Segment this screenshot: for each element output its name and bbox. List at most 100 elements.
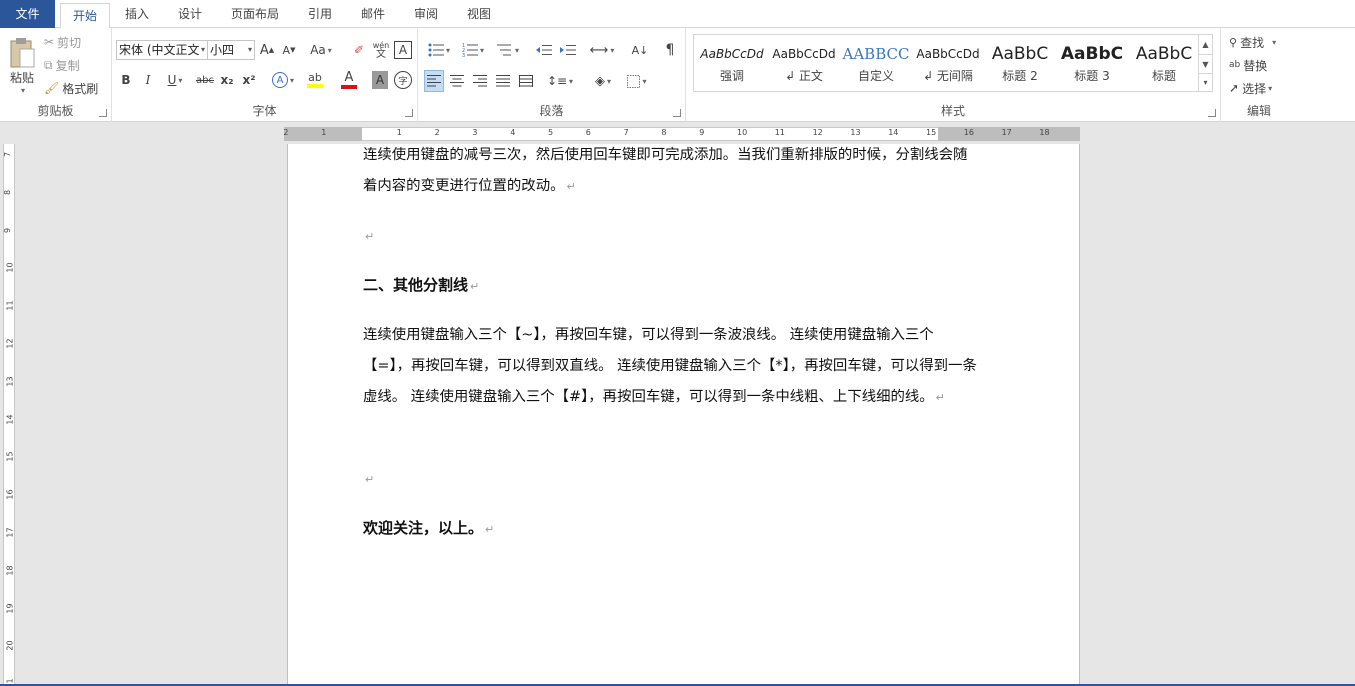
font-name-select[interactable]: 宋体 (中文正文 ▾: [116, 40, 208, 60]
ruler-number: 16: [963, 128, 974, 137]
tab-layout[interactable]: 页面布局: [222, 0, 288, 28]
align-center-button[interactable]: [447, 70, 467, 92]
sort-button[interactable]: A↓: [630, 40, 650, 60]
ruler-number: 3: [472, 128, 478, 137]
vertical-ruler[interactable]: 7 8 9 10 11 12 13 14 15 16 17 18 19 20 21: [0, 144, 18, 686]
style-name: 自定义: [857, 69, 894, 83]
body-paragraph[interactable]: 连续使用键盘的减号三次，然后使用回车键即可完成添加。当我们重新排版的时候，分割线…: [363, 144, 978, 202]
enclose-char-button[interactable]: 字: [394, 71, 412, 89]
style-heading-2[interactable]: AaBbC 标题 2: [984, 37, 1056, 89]
tab-view[interactable]: 视图: [456, 0, 502, 28]
change-case-button[interactable]: Aa ▾: [306, 41, 336, 59]
font-launcher-icon[interactable]: [405, 109, 413, 117]
multilevel-list-button[interactable]: ▾: [492, 40, 524, 60]
numbering-button[interactable]: 1 2 3 ▾: [458, 40, 488, 60]
numbering-icon: 123: [462, 43, 478, 57]
cut-button[interactable]: ✂ 剪切: [44, 33, 81, 51]
empty-paragraph[interactable]: ↵: [363, 464, 978, 495]
format-painter-button[interactable]: 🖌 格式刷: [44, 79, 98, 97]
line-spacing-button[interactable]: ↕≡ ▾: [544, 70, 576, 92]
ruler-number: 1: [396, 128, 402, 137]
align-right-button[interactable]: [470, 70, 490, 92]
paragraph-group: ▾ 1 2 3 ▾ ▾ ⟷ ▾ A↓ ¶ ↕≡ ▾ ◈ ▾ ▾ 段落: [418, 28, 686, 122]
style-emphasis[interactable]: AaBbCcDd 强调: [696, 37, 768, 89]
subscript-button[interactable]: x₂: [218, 71, 236, 89]
shading-button[interactable]: ◈ ▾: [588, 70, 618, 92]
char-border-button[interactable]: A: [394, 41, 412, 59]
tab-references[interactable]: 引用: [297, 0, 343, 28]
tab-file[interactable]: 文件: [0, 0, 55, 28]
tab-review[interactable]: 审阅: [403, 0, 449, 28]
paragraph-text: 连续使用键盘输入三个【~】，再按回车键，可以得到一条波浪线。 连续使用键盘输入三…: [363, 327, 977, 405]
multilevel-list-icon: [496, 44, 511, 56]
body-paragraph[interactable]: 连续使用键盘输入三个【~】，再按回车键，可以得到一条波浪线。 连续使用键盘输入三…: [363, 320, 978, 413]
style-custom[interactable]: AABBCC 自定义: [840, 37, 912, 89]
paste-dropdown-icon[interactable]: ▾: [21, 86, 25, 95]
gallery-more-icon[interactable]: ▾: [1198, 73, 1212, 91]
underline-button[interactable]: U ▾: [162, 71, 188, 89]
chevron-down-icon: ▾: [247, 45, 252, 54]
borders-button[interactable]: ▾: [622, 70, 652, 92]
paste-button[interactable]: 粘贴 ▾: [4, 32, 40, 100]
show-marks-button[interactable]: ¶: [660, 40, 680, 60]
style-no-spacing[interactable]: AaBbCcDd ↲ 无间隔: [912, 37, 984, 89]
replace-button[interactable]: ab 替换: [1229, 56, 1267, 74]
document-page[interactable]: 连续使用键盘的减号三次，然后使用回车键即可完成添加。当我们重新排版的时候，分割线…: [287, 144, 1080, 686]
font-name-value: 宋体 (中文正文: [119, 43, 200, 57]
distributed-button[interactable]: [516, 70, 536, 92]
font-color-button[interactable]: A: [334, 70, 364, 90]
shrink-font-button[interactable]: A ▼: [280, 41, 298, 59]
paragraph-mark: ↵: [470, 280, 480, 293]
align-right-icon: [473, 75, 487, 87]
increase-indent-button[interactable]: [558, 40, 578, 60]
section-heading[interactable]: 二、其他分割线 ↵: [363, 270, 978, 302]
gallery-scroll-down-icon[interactable]: ▼: [1198, 54, 1212, 73]
strikethrough-button[interactable]: abc: [194, 71, 216, 89]
tab-design[interactable]: 设计: [167, 0, 213, 28]
phonetic-guide-button[interactable]: wén 文: [372, 39, 390, 61]
style-heading-3[interactable]: AaBbC 标题 3: [1056, 37, 1128, 89]
closing-text: 欢迎关注，以上。: [363, 519, 484, 537]
grow-font-button[interactable]: A ▲: [258, 41, 276, 59]
ruler-number: 9: [3, 227, 13, 233]
empty-paragraph[interactable]: ↵: [363, 221, 978, 252]
style-preview: AaBbC: [991, 44, 1049, 64]
chinese-layout-button[interactable]: ⟷ ▾: [588, 40, 616, 60]
justify-button[interactable]: [493, 70, 513, 92]
tab-home[interactable]: 开始: [60, 3, 110, 29]
font-size-select[interactable]: 小四 ▾: [207, 40, 255, 60]
highlight-button[interactable]: ab: [300, 70, 330, 90]
closing-paragraph[interactable]: 欢迎关注，以上。 ↵: [363, 513, 978, 545]
copy-button[interactable]: ⧉ 复制: [44, 56, 80, 74]
tab-mailings[interactable]: 邮件: [350, 0, 396, 28]
bullets-button[interactable]: ▾: [424, 40, 454, 60]
style-normal[interactable]: AaBbCcDd ↲ 正文: [768, 37, 840, 89]
style-preview: AaBbCcDd: [916, 47, 980, 61]
ruler-number: 16: [5, 489, 15, 500]
styles-launcher-icon[interactable]: [1208, 109, 1216, 117]
gallery-scroll-up-icon[interactable]: ▲: [1198, 35, 1212, 54]
align-left-button[interactable]: [424, 70, 444, 92]
editing-group: ⚲ 查找 ▾ ab 替换 ➚ 选择 ▾ 编辑: [1221, 28, 1297, 122]
find-button[interactable]: ⚲ 查找 ▾: [1229, 33, 1276, 51]
style-title[interactable]: AaBbC 标题: [1128, 37, 1200, 89]
horizontal-ruler[interactable]: 2 1 1 2 3 4 5 6 7 8 9 10 11 12 13 14 15 16 17 18: [0, 122, 1355, 144]
superscript-button[interactable]: x²: [240, 71, 258, 89]
bold-button[interactable]: B: [118, 71, 134, 89]
italic-button[interactable]: I: [140, 71, 156, 89]
ruler-number: 14: [5, 414, 15, 425]
ruler-number: 4: [510, 128, 516, 137]
text-effects-icon: A: [271, 72, 288, 88]
styles-gallery: AaBbCcDd 强调 AaBbCcDd ↲ 正文 AABBCC 自定义 AaBbCc…: [693, 34, 1213, 92]
paragraph-launcher-icon[interactable]: [673, 109, 681, 117]
decrease-indent-button[interactable]: [534, 40, 554, 60]
font-group: 宋体 (中文正文 ▾ 小四 ▾ A ▲ A ▼ Aa ▾ ✐ wén 文 A B I U ▾ …: [112, 28, 418, 122]
char-shading-button[interactable]: A: [372, 71, 388, 89]
ribbon-tab-bar: 文件 开始 插入 设计 页面布局 引用 邮件 审阅 视图: [0, 0, 1355, 29]
text-effects-button[interactable]: A ▾: [270, 70, 296, 90]
clipboard-launcher-icon[interactable]: [99, 109, 107, 117]
clear-format-button[interactable]: ✐: [350, 41, 368, 59]
tab-insert[interactable]: 插入: [114, 0, 160, 28]
select-button[interactable]: ➚ 选择 ▾: [1229, 79, 1272, 97]
ruler-number: 1: [321, 128, 327, 137]
